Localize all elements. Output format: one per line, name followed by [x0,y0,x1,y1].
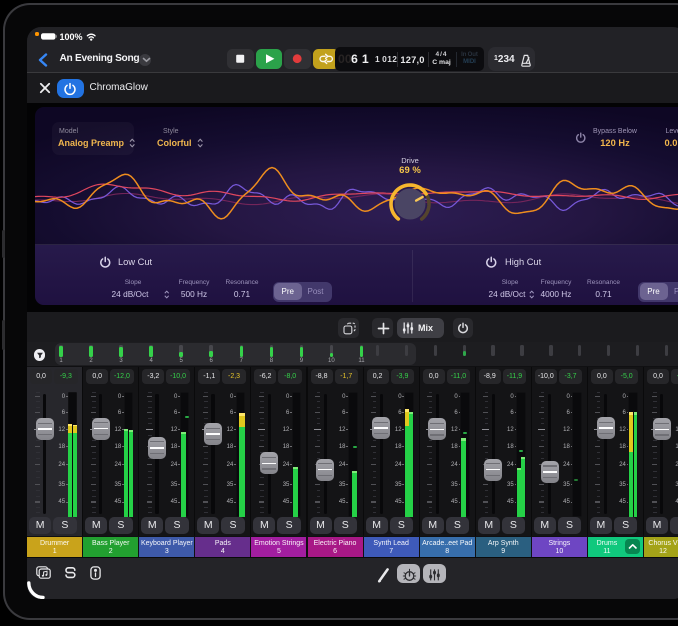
svg-text:100%: 100% [60,32,83,42]
